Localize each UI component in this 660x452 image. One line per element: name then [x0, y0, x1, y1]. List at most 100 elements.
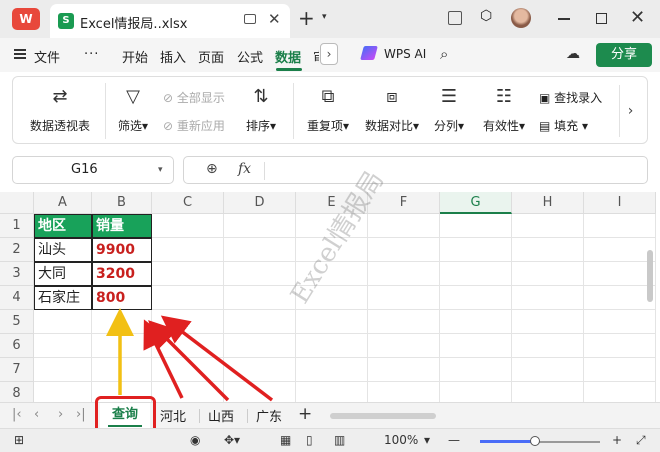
name-box[interactable]: G16 ▾	[12, 156, 174, 184]
cell-f6[interactable]	[368, 334, 440, 358]
scrollbar-thumb[interactable]	[647, 250, 653, 302]
avatar[interactable]	[511, 8, 531, 28]
vertical-scrollbar[interactable]	[646, 214, 654, 400]
cell-c8[interactable]	[152, 382, 224, 402]
menu-formula[interactable]: 公式	[237, 47, 263, 66]
cell-g7[interactable]	[440, 358, 512, 382]
cell-d1[interactable]	[224, 214, 296, 238]
cell-e7[interactable]	[296, 358, 368, 382]
column-header-a[interactable]: A	[34, 192, 92, 214]
scrollbar-thumb[interactable]	[330, 413, 436, 419]
cell-d8[interactable]	[224, 382, 296, 402]
cell-a1[interactable]: 地区	[34, 214, 92, 238]
function-icon[interactable]: fx	[238, 161, 251, 177]
next-sheet-icon[interactable]: ›	[58, 407, 63, 422]
maximize-icon[interactable]	[596, 13, 607, 24]
row-header-6[interactable]: 6	[0, 334, 34, 358]
validity-button[interactable]: ☷ 有效性▾	[475, 85, 533, 134]
cloud-icon[interactable]: ☁	[566, 46, 580, 62]
close-window-icon[interactable]: ✕	[630, 7, 645, 28]
zoom-slider-knob[interactable]	[530, 436, 540, 446]
cube-icon[interactable]: ⬡	[480, 8, 494, 24]
menu-data[interactable]: 数据	[275, 47, 301, 66]
cell-b6[interactable]	[92, 334, 152, 358]
row-header-5[interactable]: 5	[0, 310, 34, 334]
normal-view-icon[interactable]: ▦	[280, 433, 291, 447]
cell-h2[interactable]	[512, 238, 584, 262]
cell-c7[interactable]	[152, 358, 224, 382]
chevron-right-icon[interactable]: ›	[619, 85, 641, 137]
cell-c2[interactable]	[152, 238, 224, 262]
cell-d5[interactable]	[224, 310, 296, 334]
minimize-icon[interactable]	[558, 18, 570, 20]
formula-input[interactable]: ⊕ fx	[183, 156, 648, 184]
hamburger-icon[interactable]	[14, 49, 26, 59]
row-header-7[interactable]: 7	[0, 358, 34, 382]
zoom-out-icon[interactable]: —	[448, 433, 460, 447]
wps-ai-button[interactable]: WPS AI	[384, 47, 426, 61]
document-tab[interactable]: S Excel情报局..xlsx ✕	[50, 4, 290, 38]
sheet-tab-shanxi[interactable]: 山西	[208, 406, 234, 425]
show-all-button[interactable]: ⊘ 全部显示	[163, 89, 225, 106]
cell-f5[interactable]	[368, 310, 440, 334]
row-header-3[interactable]: 3	[0, 262, 34, 286]
column-header-g[interactable]: G	[440, 192, 512, 214]
eye-protection-icon[interactable]: ◉	[190, 433, 200, 447]
fullscreen-icon[interactable]: ⤢	[636, 433, 646, 448]
cell-b5[interactable]	[92, 310, 152, 334]
cell-f2[interactable]	[368, 238, 440, 262]
cell-a6[interactable]	[34, 334, 92, 358]
cell-b2[interactable]: 9900	[92, 238, 152, 262]
cell-a7[interactable]	[34, 358, 92, 382]
cell-a2[interactable]: 汕头	[34, 238, 92, 262]
cell-g2[interactable]	[440, 238, 512, 262]
cell-b1[interactable]: 销量	[92, 214, 152, 238]
cell-e6[interactable]	[296, 334, 368, 358]
cell-h3[interactable]	[512, 262, 584, 286]
monitor-icon[interactable]	[244, 14, 256, 24]
cell-g8[interactable]	[440, 382, 512, 402]
cell-a5[interactable]	[34, 310, 92, 334]
cell-f7[interactable]	[368, 358, 440, 382]
close-tab-icon[interactable]: ✕	[268, 10, 281, 28]
cell-f8[interactable]	[368, 382, 440, 402]
zoom-search-icon[interactable]: ⊕	[206, 161, 218, 177]
cell-b4[interactable]: 800	[92, 286, 152, 310]
add-sheet-icon[interactable]: +	[298, 404, 312, 424]
cell-c6[interactable]	[152, 334, 224, 358]
filter-button[interactable]: ▽ 筛选▾	[111, 85, 155, 134]
pivot-table-button[interactable]: ⇄ 数据透视表	[27, 85, 93, 134]
menu-page[interactable]: 页面	[198, 47, 224, 66]
row-header-2[interactable]: 2	[0, 238, 34, 262]
cell-a8[interactable]	[34, 382, 92, 402]
macro-icon[interactable]: ⊞	[14, 433, 24, 447]
duplicates-button[interactable]: ⧉ 重复项▾	[299, 85, 357, 134]
select-all-corner[interactable]	[0, 192, 34, 214]
compare-button[interactable]: ⧈ 数据对比▾	[359, 85, 425, 134]
navigate-icon[interactable]: ✥▾	[224, 433, 240, 447]
column-header-d[interactable]: D	[224, 192, 296, 214]
fill-button[interactable]: ▤ 填充 ▾	[539, 117, 588, 134]
cell-c1[interactable]	[152, 214, 224, 238]
cell-b3[interactable]: 3200	[92, 262, 152, 286]
column-header-b[interactable]: B	[92, 192, 152, 214]
cell-h6[interactable]	[512, 334, 584, 358]
column-header-c[interactable]: C	[152, 192, 224, 214]
cell-a3[interactable]: 大同	[34, 262, 92, 286]
cell-f3[interactable]	[368, 262, 440, 286]
row-header-4[interactable]: 4	[0, 286, 34, 310]
cell-c3[interactable]	[152, 262, 224, 286]
chevron-right-icon[interactable]: ›	[320, 43, 338, 65]
search-icon[interactable]: ⌕	[440, 45, 448, 63]
lookup-entry-button[interactable]: ▣ 查找录入	[539, 89, 602, 106]
cell-h1[interactable]	[512, 214, 584, 238]
row-header-8[interactable]: 8	[0, 382, 34, 402]
cell-h7[interactable]	[512, 358, 584, 382]
cell-g5[interactable]	[440, 310, 512, 334]
cell-b7[interactable]	[92, 358, 152, 382]
sheet-tab-hebei[interactable]: 河北	[160, 406, 186, 425]
sheet-tab-guangdong[interactable]: 广东	[256, 406, 282, 425]
cell-g6[interactable]	[440, 334, 512, 358]
cell-f4[interactable]	[368, 286, 440, 310]
cell-d2[interactable]	[224, 238, 296, 262]
